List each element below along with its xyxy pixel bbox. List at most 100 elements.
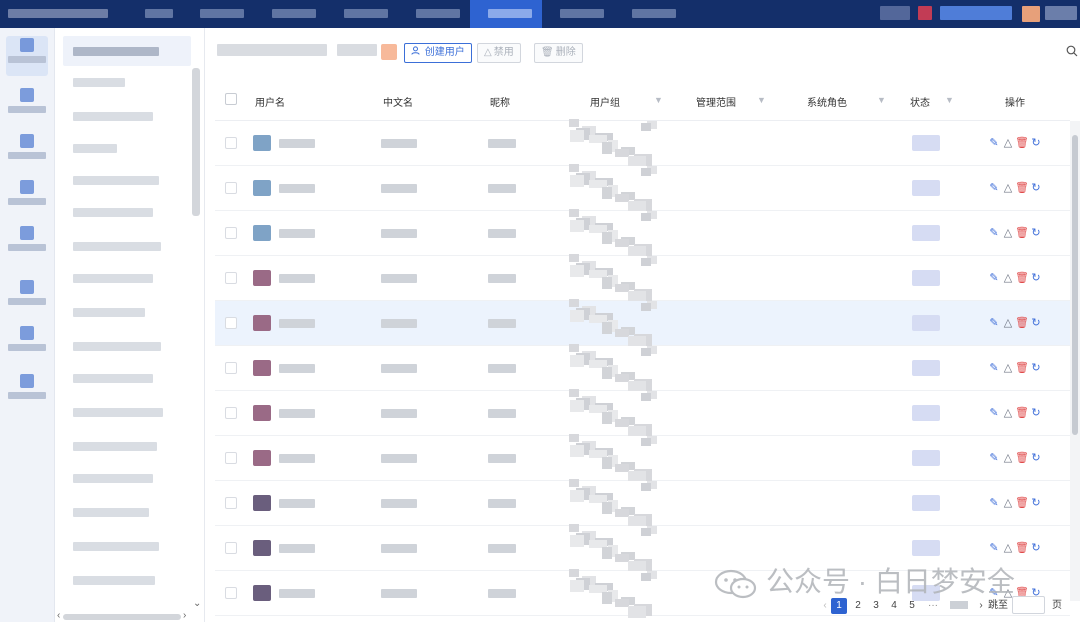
page-button-current[interactable]: 1 <box>831 598 847 614</box>
top-nav-item[interactable] <box>272 9 316 18</box>
scrollbar-thumb[interactable] <box>1072 135 1078 435</box>
username-cell[interactable] <box>279 274 315 283</box>
row-checkbox[interactable] <box>225 227 237 239</box>
rail-item[interactable] <box>6 372 48 406</box>
rail-item[interactable] <box>6 324 48 358</box>
menu-item[interactable] <box>73 542 159 551</box>
jump-page-input[interactable] <box>1012 596 1045 614</box>
username-cell[interactable] <box>279 454 315 463</box>
top-nav-item[interactable] <box>145 9 173 18</box>
column-header-system-role[interactable]: 系统角色 <box>807 94 847 109</box>
row-checkbox[interactable] <box>225 497 237 509</box>
menu-item[interactable] <box>73 342 161 351</box>
funnel-icon[interactable]: ▼ <box>757 95 766 105</box>
row-checkbox[interactable] <box>225 542 237 554</box>
menu-item[interactable] <box>73 242 161 251</box>
select-all-checkbox[interactable] <box>225 93 237 105</box>
menu-item[interactable] <box>73 144 117 153</box>
username-cell[interactable] <box>279 364 315 373</box>
table-row[interactable]: ✎ △ 🗑 ↻ <box>215 434 1070 483</box>
create-user-button[interactable]: 创建用户 <box>404 43 472 63</box>
column-header-nickname[interactable]: 昵称 <box>490 94 510 109</box>
username-cell[interactable] <box>279 229 315 238</box>
trash-icon[interactable]: 🗑 <box>1015 406 1029 419</box>
top-nav-item[interactable] <box>344 9 388 18</box>
header-alert-icon[interactable] <box>918 6 932 20</box>
edit-icon[interactable]: ✎ <box>987 271 1001 284</box>
page-button[interactable]: 2 <box>850 598 866 614</box>
edit-icon[interactable]: ✎ <box>987 541 1001 554</box>
warning-icon[interactable]: △ <box>1001 361 1015 374</box>
table-row[interactable]: ✎ △ 🗑 ↻ <box>215 209 1070 258</box>
trash-icon[interactable]: 🗑 <box>1015 316 1029 329</box>
warning-icon[interactable]: △ <box>1001 226 1015 239</box>
row-checkbox[interactable] <box>225 182 237 194</box>
row-checkbox[interactable] <box>225 587 237 599</box>
rail-item-active[interactable] <box>6 36 48 76</box>
table-row[interactable]: ✎ △ 🗑 ↻ <box>215 389 1070 438</box>
edit-icon[interactable]: ✎ <box>987 136 1001 149</box>
username-cell[interactable] <box>279 319 315 328</box>
row-checkbox[interactable] <box>225 272 237 284</box>
refresh-icon[interactable]: ↻ <box>1029 451 1043 464</box>
menu-item[interactable] <box>73 78 125 87</box>
username-cell[interactable] <box>279 409 315 418</box>
trash-icon[interactable]: 🗑 <box>1015 136 1029 149</box>
menu-horizontal-scrollbar[interactable] <box>63 614 181 620</box>
page-button-last[interactable] <box>947 598 971 614</box>
row-checkbox[interactable] <box>225 317 237 329</box>
avatar[interactable] <box>1022 6 1040 22</box>
rail-item[interactable] <box>6 86 48 120</box>
menu-item[interactable] <box>73 374 153 383</box>
table-row[interactable]: ✎ △ 🗑 ↻ <box>215 119 1070 168</box>
table-row[interactable]: ✎ △ 🗑 ↻ <box>215 299 1070 348</box>
trash-icon[interactable]: 🗑 <box>1015 541 1029 554</box>
edit-icon[interactable]: ✎ <box>987 361 1001 374</box>
funnel-icon[interactable]: ▼ <box>945 95 954 105</box>
funnel-icon[interactable]: ▼ <box>877 95 886 105</box>
warning-icon[interactable]: △ <box>1001 496 1015 509</box>
edit-icon[interactable]: ✎ <box>987 226 1001 239</box>
refresh-icon[interactable]: ↻ <box>1029 271 1043 284</box>
rail-item[interactable] <box>6 178 48 212</box>
column-header-user-group[interactable]: 用户组 <box>590 94 620 109</box>
rail-item[interactable] <box>6 224 48 258</box>
trash-icon[interactable]: 🗑 <box>1015 271 1029 284</box>
page-button[interactable]: 3 <box>868 598 884 614</box>
username-cell[interactable] <box>279 544 315 553</box>
table-row[interactable]: ✎ △ 🗑 ↻ <box>215 254 1070 303</box>
top-nav-item[interactable] <box>200 9 244 18</box>
menu-scrollbar[interactable] <box>192 68 200 216</box>
top-nav-item[interactable] <box>560 9 604 18</box>
funnel-icon[interactable]: ▼ <box>654 95 663 105</box>
search-icon[interactable] <box>1066 45 1078 57</box>
table-scrollbar[interactable] <box>1070 121 1080 601</box>
trash-icon[interactable]: 🗑 <box>1015 181 1029 194</box>
menu-item[interactable] <box>73 508 149 517</box>
table-row[interactable]: ✎ △ 🗑 ↻ <box>215 344 1070 393</box>
menu-item[interactable] <box>73 408 163 417</box>
warning-icon[interactable]: △ <box>1001 271 1015 284</box>
edit-icon[interactable]: ✎ <box>987 316 1001 329</box>
page-button[interactable]: 5 <box>904 598 920 614</box>
username-cell[interactable] <box>279 589 315 598</box>
disable-button[interactable]: △ 禁用 <box>477 43 521 63</box>
table-row[interactable]: ✎ △ 🗑 ↻ <box>215 164 1070 213</box>
refresh-icon[interactable]: ↻ <box>1029 496 1043 509</box>
refresh-icon[interactable]: ↻ <box>1029 226 1043 239</box>
menu-item[interactable] <box>73 176 159 185</box>
scroll-right-icon[interactable]: › <box>183 610 186 621</box>
username-cell[interactable] <box>279 184 315 193</box>
page-button[interactable]: 4 <box>886 598 902 614</box>
edit-icon[interactable]: ✎ <box>987 181 1001 194</box>
row-checkbox[interactable] <box>225 452 237 464</box>
trash-icon[interactable]: 🗑 <box>1015 226 1029 239</box>
warning-icon[interactable]: △ <box>1001 181 1015 194</box>
edit-icon[interactable]: ✎ <box>987 496 1001 509</box>
scroll-down-icon[interactable]: ⌄ <box>193 598 201 609</box>
menu-item[interactable] <box>73 308 145 317</box>
column-header-chinese-name[interactable]: 中文名 <box>383 94 413 109</box>
refresh-icon[interactable]: ↻ <box>1029 361 1043 374</box>
top-nav-item[interactable] <box>416 9 460 18</box>
username-cell[interactable] <box>279 139 315 148</box>
